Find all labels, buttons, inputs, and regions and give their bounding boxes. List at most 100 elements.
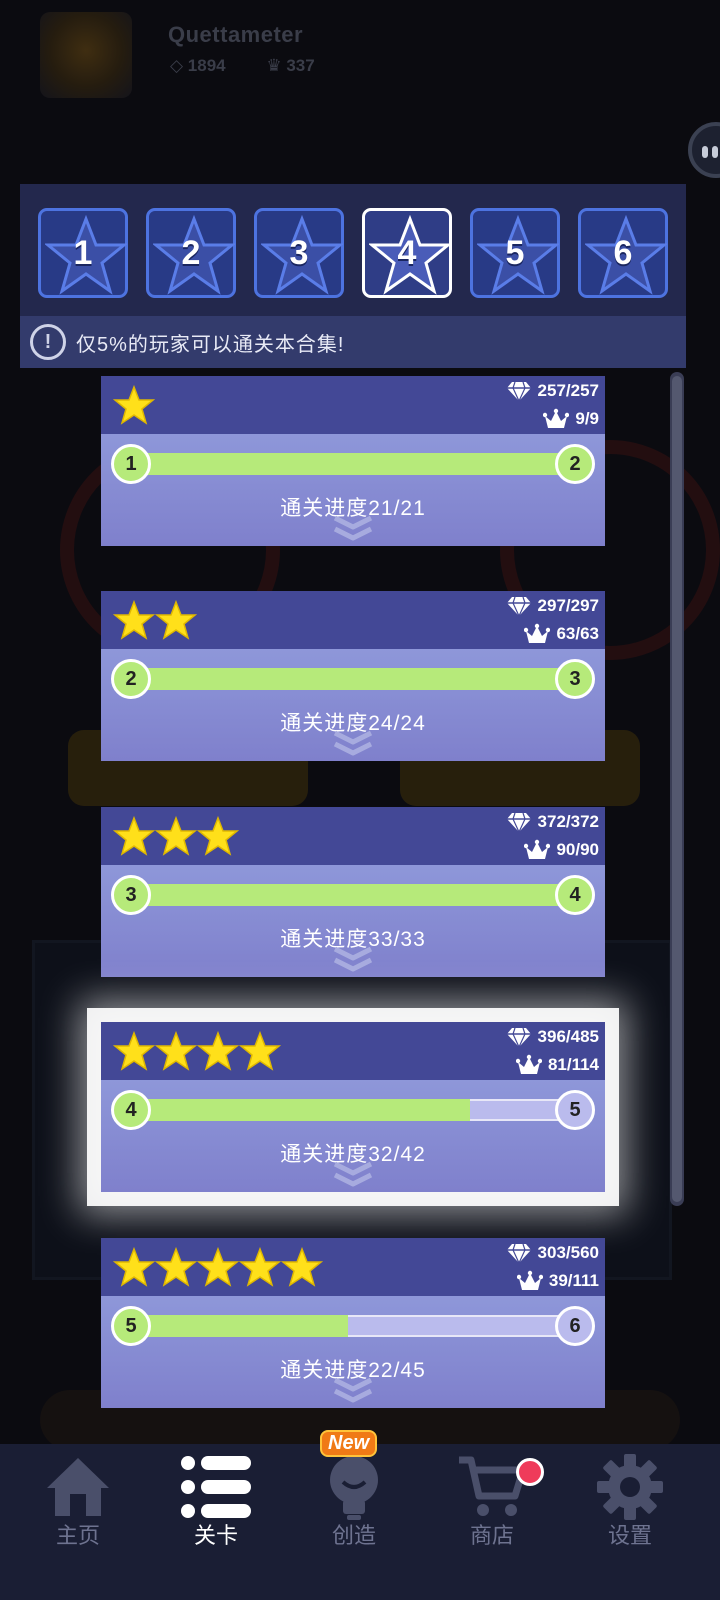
- start-star-node: 5: [111, 1306, 151, 1346]
- star-icon: [197, 816, 239, 856]
- card-header: 303/560 39/111: [101, 1238, 605, 1296]
- card-header: 297/297 63/63: [101, 591, 605, 649]
- start-star-node: 3: [111, 875, 151, 915]
- end-star-node: 5: [555, 1090, 595, 1130]
- card-header: 396/485 81/114: [101, 1022, 605, 1080]
- gem-count: 257/257: [537, 381, 599, 400]
- card-body: 1 2 通关进度21/21: [101, 434, 605, 546]
- end-star-node: 2: [555, 444, 595, 484]
- diamond-icon: [506, 812, 531, 833]
- home-icon: [47, 1458, 109, 1516]
- nav-label: 商店: [469, 1523, 514, 1548]
- gem-count: ◇ 1894: [170, 56, 226, 75]
- nav-item-create[interactable]: 创造: [284, 1444, 424, 1600]
- diamond-icon: [506, 381, 531, 402]
- gem-count: 396/485: [537, 1027, 599, 1046]
- star-icon: [113, 1247, 155, 1287]
- tab-star-1[interactable]: 1: [38, 208, 128, 298]
- chevron-down-icon[interactable]: [331, 1376, 375, 1406]
- gem-progress: 297/297: [506, 593, 599, 619]
- star-icon: [155, 1031, 197, 1071]
- star-rating: [113, 1247, 323, 1289]
- crown-icon: [516, 1270, 543, 1290]
- diamond-icon: [506, 1243, 531, 1264]
- tab-number: 2: [181, 234, 201, 272]
- crown-icon: [524, 623, 551, 643]
- level-card[interactable]: 297/297 63/63 2 3 通关进度24/24: [101, 591, 605, 761]
- cart-icon: [459, 1456, 527, 1516]
- gem-count: 297/297: [537, 596, 599, 615]
- progress-bar: 45: [111, 1090, 595, 1130]
- progress-fill: [129, 668, 577, 690]
- new-badge: New: [320, 1430, 378, 1457]
- progress-bar: 23: [111, 659, 595, 699]
- star-icon: [113, 816, 155, 856]
- card-header: 257/257 9/9: [101, 376, 605, 434]
- gem-progress: 396/485: [506, 1024, 599, 1050]
- card-header: 372/372 90/90: [101, 807, 605, 865]
- gem-progress: 303/560: [506, 1240, 599, 1266]
- chevron-down-icon[interactable]: [331, 945, 375, 975]
- profile-header: Quettameter ◇ 1894 ♛ 337: [0, 0, 720, 140]
- crown-progress: 90/90: [524, 837, 599, 863]
- progress-bar: 34: [111, 875, 595, 915]
- nav-label: 创造: [331, 1523, 376, 1548]
- tab-star-6[interactable]: 6: [578, 208, 668, 298]
- scrollbar-thumb[interactable]: [672, 376, 682, 1202]
- crown-icon: [543, 408, 570, 428]
- chevron-down-icon[interactable]: [331, 514, 375, 544]
- star-icon: [155, 816, 197, 856]
- level-card[interactable]: 257/257 9/9 1 2 通关进度21/21: [101, 376, 605, 546]
- level-card[interactable]: 303/560 39/111 5 6 通关进度22/45: [101, 1238, 605, 1408]
- star-icon: [197, 1247, 239, 1287]
- diamond-icon: [506, 1027, 531, 1048]
- star-icon: [155, 600, 197, 640]
- gem-progress: 372/372: [506, 809, 599, 835]
- gear-icon: [597, 1454, 663, 1520]
- progress-fill: [129, 1315, 348, 1337]
- star-tabs-panel: 1 2 3 4 5 6: [20, 184, 686, 316]
- progress-bar: 56: [111, 1306, 595, 1346]
- level-list-icon: [181, 1456, 251, 1518]
- crown-count: 81/114: [547, 1055, 599, 1074]
- crown-icon: [515, 1054, 542, 1074]
- chevron-down-icon[interactable]: [331, 1160, 375, 1190]
- nav-item-levels[interactable]: 关卡: [146, 1444, 286, 1600]
- tab-number: 3: [289, 234, 309, 272]
- tab-star-4[interactable]: 4: [362, 208, 452, 298]
- bottom-nav: 主页 关卡 创造 商店 设置: [0, 1444, 720, 1600]
- level-card[interactable]: 372/372 90/90 3 4 通关进度33/33: [101, 807, 605, 977]
- nav-label: 主页: [55, 1523, 100, 1548]
- crown-count: 90/90: [556, 840, 599, 859]
- star-icon: [239, 1031, 281, 1071]
- notice-banner: ! 仅5%的玩家可以通关本合集!: [20, 316, 686, 368]
- tab-star-5[interactable]: 5: [470, 208, 560, 298]
- star-icon: [239, 1247, 281, 1287]
- star-icon: [155, 1247, 197, 1287]
- end-star-node: 6: [555, 1306, 595, 1346]
- crown-progress: 63/63: [524, 621, 599, 647]
- crown-count: 9/9: [575, 409, 599, 428]
- gem-progress: 257/257: [506, 378, 599, 404]
- crown-progress: 39/111: [516, 1268, 599, 1294]
- progress-fill: [129, 884, 577, 906]
- chevron-down-icon[interactable]: [331, 729, 375, 759]
- username: Quettameter: [168, 22, 304, 47]
- profile-stats: ◇ 1894 ♛ 337: [170, 56, 351, 76]
- level-card[interactable]: 396/485 81/114 4 5 通关进度32/42: [101, 1022, 605, 1192]
- star-rating: [113, 1031, 281, 1073]
- start-star-node: 4: [111, 1090, 151, 1130]
- tab-star-2[interactable]: 2: [146, 208, 236, 298]
- notification-dot: [516, 1458, 544, 1486]
- star-rating: [113, 385, 155, 427]
- tab-number: 1: [73, 234, 93, 272]
- star-icon: [113, 600, 155, 640]
- nav-item-settings[interactable]: 设置: [560, 1444, 700, 1600]
- tab-star-3[interactable]: 3: [254, 208, 344, 298]
- nav-item-home[interactable]: 主页: [8, 1444, 148, 1600]
- diamond-icon: [506, 596, 531, 617]
- progress-fill: [129, 1099, 470, 1121]
- start-star-node: 2: [111, 659, 151, 699]
- crown-count: 63/63: [556, 624, 599, 643]
- tab-number: 5: [505, 234, 525, 272]
